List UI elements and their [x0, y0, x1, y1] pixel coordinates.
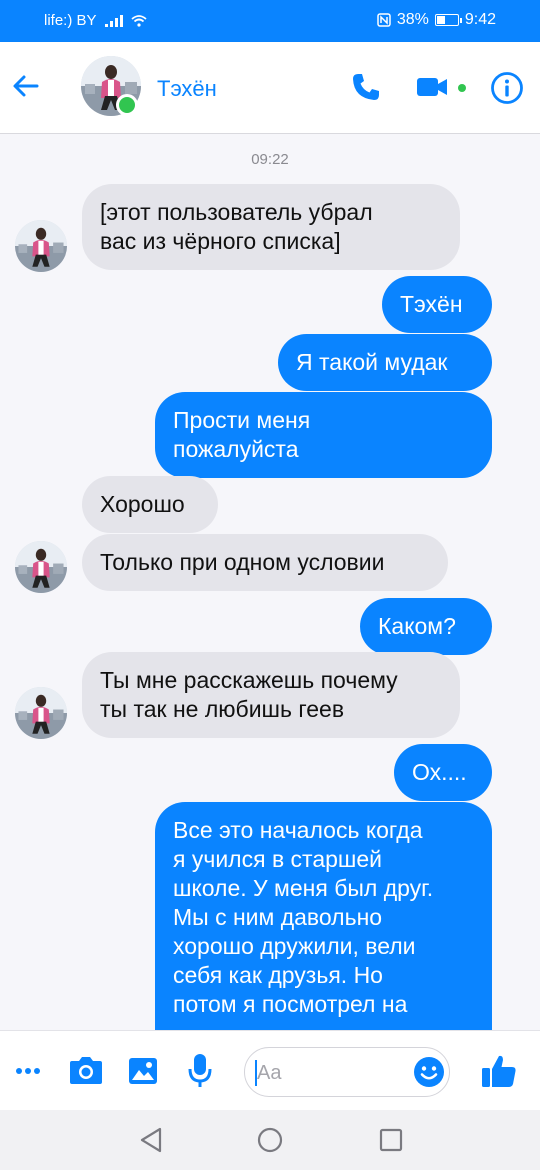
signal-icon [104, 14, 123, 27]
battery-icon [434, 14, 462, 26]
status-right: 38% 9:42 [377, 11, 496, 29]
message-bubble-outgoing[interactable]: Каком? [360, 598, 492, 655]
message-thread[interactable]: 09:22 [этот пользователь убрал вас из чё… [0, 134, 540, 1030]
phone-icon[interactable] [350, 71, 382, 103]
message-bubble-incoming[interactable]: [этот пользователь убрал вас из чёрного … [82, 184, 460, 270]
contact-name[interactable]: Тэхён [157, 76, 217, 102]
message-bubble-incoming[interactable]: Ты мне расскажешь почему ты так не любиш… [82, 652, 460, 738]
status-bar: life:) BY 38% 9:42 [0, 0, 540, 42]
image-icon[interactable] [128, 1057, 158, 1085]
back-arrow-icon[interactable] [10, 70, 42, 102]
microphone-icon[interactable] [188, 1053, 212, 1089]
message-bubble-outgoing[interactable]: Прости меня пожалуйста [155, 392, 492, 478]
message-input[interactable] [257, 1058, 407, 1088]
message-bubble-outgoing[interactable]: Тэхён [382, 276, 492, 333]
message-bubble-outgoing[interactable]: Я такой мудак [278, 334, 492, 391]
carrier-label: life:) BY [44, 12, 97, 29]
thumbs-up-icon[interactable] [481, 1053, 517, 1089]
nfc-icon [377, 13, 391, 27]
message-bubble-incoming[interactable]: Хорошо [82, 476, 218, 533]
triangle-back-icon[interactable] [138, 1126, 164, 1154]
status-left: life:) BY [44, 12, 147, 29]
system-navigation-bar [0, 1110, 540, 1170]
circle-home-icon[interactable] [256, 1126, 284, 1154]
message-composer [0, 1030, 540, 1110]
info-icon[interactable] [490, 71, 524, 105]
sender-avatar[interactable] [15, 220, 67, 272]
wifi-icon [130, 14, 147, 27]
sender-avatar[interactable] [15, 541, 67, 593]
message-text-field[interactable] [244, 1047, 450, 1097]
message-bubble-outgoing[interactable]: Ох.... [394, 744, 492, 801]
video-available-dot [458, 84, 466, 92]
smiley-icon[interactable] [413, 1056, 445, 1088]
message-bubble-outgoing[interactable]: Все это началось когда я учился в старше… [155, 802, 492, 1030]
clock: 9:42 [464, 11, 496, 28]
video-camera-icon[interactable] [416, 75, 448, 99]
message-timestamp: 09:22 [251, 151, 289, 168]
more-dots-icon[interactable] [14, 1061, 42, 1081]
online-status-dot [116, 94, 138, 116]
conversation-header: Тэхён [0, 42, 540, 134]
camera-icon[interactable] [69, 1055, 103, 1085]
message-bubble-incoming[interactable]: Только при одном условии [82, 534, 448, 591]
square-recents-icon[interactable] [378, 1126, 404, 1154]
sender-avatar[interactable] [15, 687, 67, 739]
battery-percent: 38% [396, 11, 429, 28]
